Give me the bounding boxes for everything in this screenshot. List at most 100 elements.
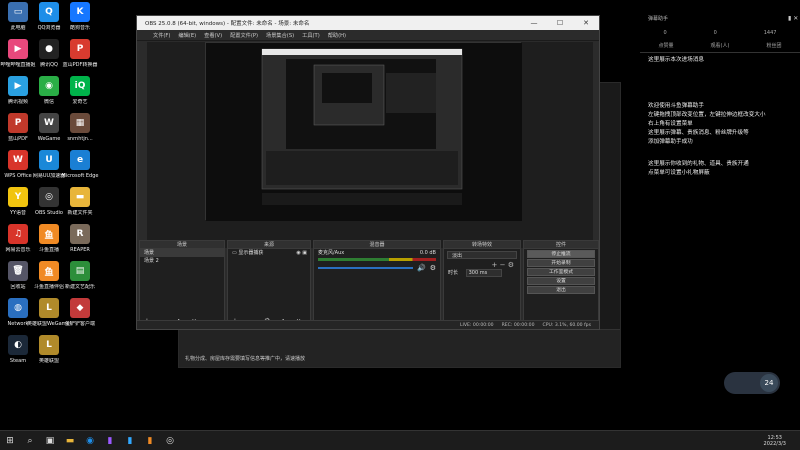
menu-edit[interactable]: 编辑(E) (178, 32, 196, 39)
stop-streaming-button[interactable]: 停止推流 (527, 250, 595, 258)
gift-messages: 这里展示你收到的礼物、道具、贵族开通 点菜单可设置小礼物屏蔽 (648, 160, 749, 178)
desktop-icon[interactable]: ▦ snrnhtjn... (62, 113, 98, 149)
photoshop-icon[interactable]: ▮ (120, 433, 140, 449)
rec-status: REC: 00:00:00 (501, 323, 535, 328)
app-icon: W (8, 150, 28, 170)
eye-icon[interactable]: ◉ ▣ (296, 249, 307, 257)
desktop-icon-label: REAPER (70, 247, 90, 253)
mixer-meter (318, 258, 436, 261)
fan-count: 1447 (763, 30, 777, 36)
volume-slider[interactable] (318, 267, 413, 269)
app-icon: R (70, 224, 90, 244)
app-icon: 鱼 (39, 224, 59, 244)
scene-item[interactable]: 场景 (140, 249, 224, 257)
message-line: 左键拖拽顶部改变位置，左键拉伸边框改变大小 (648, 112, 766, 118)
obs-window[interactable]: OBS 25.0.8 (64-bit, windows) - 配置文件: 未命名… (136, 15, 600, 330)
menu-profile[interactable]: 配置文件(P) (230, 32, 258, 39)
transition-duration: 时长 300 ms (444, 269, 520, 277)
livestream-warning-text: 礼物分成、房屋库存需要填写信息等推广中，请速播放 (185, 356, 306, 362)
desktop-icon-label: 英雄联盟 (38, 358, 59, 364)
transitions-title: 转场特效 (444, 241, 520, 249)
app-icon: W (39, 113, 59, 133)
message-line: 这里展示你收到的礼物、道具、贵族开通 (648, 161, 749, 167)
clock-date: 2022/3/3 (763, 440, 786, 447)
menu-scene-collection[interactable]: 场景集合(S) (266, 32, 294, 39)
minimize-icon[interactable]: — (521, 19, 547, 27)
file-explorer-icon[interactable]: ▬ (60, 433, 80, 449)
desktop-icon[interactable]: P 蓝山PDF转换器 (62, 39, 98, 75)
menu-help[interactable]: 帮助(H) (328, 32, 346, 39)
app-icon: 🗑 (8, 261, 28, 281)
sources-title: 来源 (228, 241, 310, 249)
app-icon: Q (39, 2, 59, 22)
douyu-icon[interactable]: ▮ (140, 433, 160, 449)
menu-view[interactable]: 查看(V) (204, 32, 222, 39)
system-clock[interactable]: 12:53 2022/3/3 (764, 435, 786, 447)
stat-label[interactable]: 粉丝团 (766, 42, 781, 49)
task-view-icon[interactable]: ▣ (40, 433, 60, 449)
scenes-title: 场景 (140, 241, 224, 249)
menu-tools[interactable]: 工具(T) (302, 32, 320, 39)
desktop-icon-label: 金铲铲客户端 (64, 321, 95, 327)
transition-select[interactable]: 淡出 (447, 251, 517, 259)
livestream-bottom-bar: 礼物分成、房屋库存需要填写信息等推广中，请速播放 (179, 329, 620, 367)
desktop-icon-label: 新建文件夹 (67, 210, 93, 216)
source-item[interactable]: ▭ 显示器捕获 ◉ ▣ (228, 249, 310, 257)
maximize-icon[interactable]: ☐ (547, 19, 573, 27)
entry-message: 这里展示本次进场消息 (648, 57, 704, 63)
desktop-icon[interactable]: ▤ 新建文艺配乐 (62, 261, 98, 297)
network-widget[interactable]: 24 (724, 372, 780, 394)
controls-dock: 控件 停止推流 开始录制 工作室模式 设置 退出 (523, 240, 599, 328)
app-icon: ▤ (70, 261, 90, 281)
app-icon: ▦ (70, 113, 90, 133)
obs-taskbar-icon[interactable]: ◎ (160, 433, 180, 449)
studio-mode-button[interactable]: 工作室模式 (527, 268, 595, 276)
premiere-icon[interactable]: ▮ (100, 433, 120, 449)
mixer-channel-name: 麦克风/Aux (318, 250, 345, 256)
desktop-icon[interactable]: K 酷狗音乐 (62, 2, 98, 38)
like-count: 0 (663, 30, 667, 36)
cpu-status: CPU: 3.1%, 60.00 fps (542, 323, 591, 328)
app-icon: iQ (70, 76, 90, 96)
app-icon: ◐ (8, 335, 28, 355)
transition-toolbar[interactable]: + − ⚙ (444, 261, 520, 269)
desktop-icon[interactable]: ▬ 新建文件夹 (62, 187, 98, 223)
start-icon[interactable]: ⊞ (0, 433, 20, 449)
taskbar: ⊞ ⌕ ▣ ▬ ◉ ▮ ▮ ▮ ◎ 12:53 2022/3/3 (0, 430, 800, 450)
app-icon: ▭ (8, 2, 28, 22)
desktop-icon[interactable]: L 英雄联盟 (31, 335, 67, 371)
danmaku-assistant-panel[interactable]: 弹幕助手 ▮ ✕ 0 0 1447 点赞量 观看(人) 粉丝团 这里展示本次进场… (640, 0, 800, 430)
search-icon[interactable]: ⌕ (20, 433, 40, 449)
scene-item[interactable]: 场景 2 (140, 257, 224, 265)
close-icon[interactable]: ✕ (573, 19, 599, 27)
desktop-icon[interactable]: ◆ 金铲铲客户端 (62, 298, 98, 334)
desktop-icon[interactable]: iQ 爱奇艺 (62, 76, 98, 112)
browser-icon[interactable]: ◉ (80, 433, 100, 449)
obs-titlebar[interactable]: OBS 25.0.8 (64-bit, windows) - 配置文件: 未命名… (137, 16, 599, 30)
scenes-dock: 场景 场景 场景 2 + − ∧ ∨ (139, 240, 225, 328)
app-icon: Y (8, 187, 28, 207)
start-recording-button[interactable]: 开始录制 (527, 259, 595, 267)
panel-header: 弹幕助手 (648, 16, 669, 22)
stat-label[interactable]: 点赞量 (659, 42, 674, 49)
desktop-icon[interactable]: e Microsoft Edge (62, 150, 98, 186)
obs-preview-canvas[interactable] (205, 42, 522, 221)
settings-button[interactable]: 设置 (527, 277, 595, 285)
desktop-icon-label: 酷狗音乐 (69, 25, 90, 31)
app-icon: U (39, 150, 59, 170)
menu-file[interactable]: 文件(F) (153, 32, 170, 39)
obs-title: OBS 25.0.8 (64-bit, windows) - 配置文件: 未命名… (145, 21, 310, 27)
app-icon: ▶ (8, 39, 28, 59)
app-icon: P (8, 113, 28, 133)
sources-dock: 来源 ▭ 显示器捕获 ◉ ▣ + − ⚙ ∧ ∨ (227, 240, 311, 328)
desktop-icon[interactable]: R REAPER (62, 224, 98, 260)
duration-input[interactable]: 300 ms (465, 269, 502, 277)
panel-controls[interactable]: ▮ ✕ (788, 15, 798, 22)
widget-value: 24 (760, 374, 778, 392)
app-icon: L (39, 335, 59, 355)
stat-label[interactable]: 观看(人) (711, 42, 730, 49)
gear-icon[interactable]: ⚙ (430, 264, 436, 272)
exit-button[interactable]: 退出 (527, 286, 595, 294)
speaker-icon[interactable]: 🔊 (417, 264, 426, 272)
app-icon: ▶ (8, 76, 28, 96)
